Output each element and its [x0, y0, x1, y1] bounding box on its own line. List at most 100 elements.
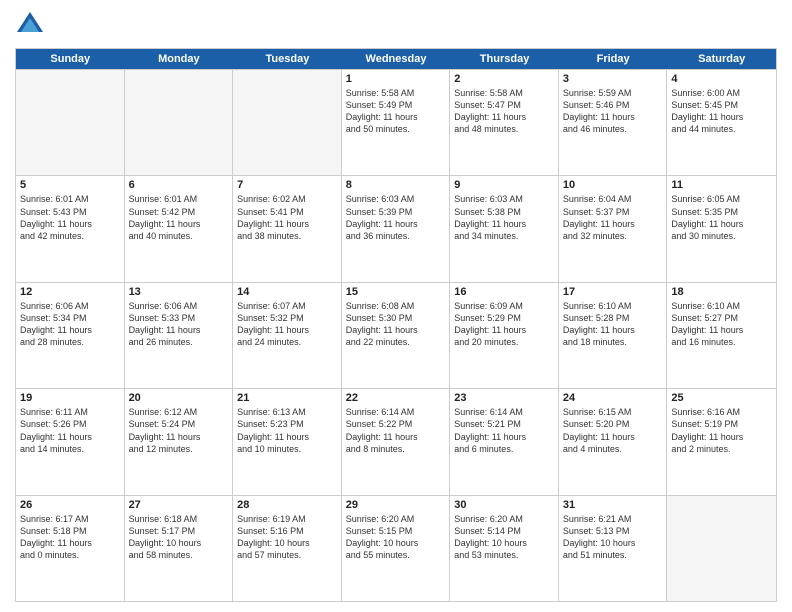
cell-text: Sunrise: 6:15 AMSunset: 5:20 PMDaylight:… — [563, 406, 663, 455]
cell-text: Sunrise: 6:12 AMSunset: 5:24 PMDaylight:… — [129, 406, 229, 455]
cell-text: Sunrise: 6:03 AMSunset: 5:39 PMDaylight:… — [346, 193, 446, 242]
day-number: 13 — [129, 286, 229, 298]
calendar-cell: 20 Sunrise: 6:12 AMSunset: 5:24 PMDayligh… — [125, 389, 234, 494]
cell-text: Sunrise: 6:00 AMSunset: 5:45 PMDaylight:… — [671, 87, 772, 136]
day-number: 30 — [454, 499, 554, 511]
calendar-body: 1 Sunrise: 5:58 AMSunset: 5:49 PMDaylight… — [16, 69, 776, 601]
calendar-cell: 12 Sunrise: 6:06 AMSunset: 5:34 PMDayligh… — [16, 283, 125, 388]
calendar-cell: 23 Sunrise: 6:14 AMSunset: 5:21 PMDayligh… — [450, 389, 559, 494]
calendar-cell — [16, 70, 125, 175]
calendar-cell — [667, 496, 776, 601]
calendar-row-4: 19 Sunrise: 6:11 AMSunset: 5:26 PMDayligh… — [16, 388, 776, 494]
day-number: 7 — [237, 179, 337, 191]
calendar-cell: 31Sunrise: 6:21 AMSunset: 5:13 PMDayligh… — [559, 496, 668, 601]
day-number: 17 — [563, 286, 663, 298]
calendar-cell: 13 Sunrise: 6:06 AMSunset: 5:33 PMDayligh… — [125, 283, 234, 388]
cell-text: Sunrise: 6:19 AMSunset: 5:16 PMDaylight:… — [237, 513, 337, 562]
cell-text: Sunrise: 6:04 AMSunset: 5:37 PMDaylight:… — [563, 193, 663, 242]
calendar-cell: 9 Sunrise: 6:03 AMSunset: 5:38 PMDaylight… — [450, 176, 559, 281]
day-number: 1 — [346, 73, 446, 85]
calendar-row-1: 1 Sunrise: 5:58 AMSunset: 5:49 PMDaylight… — [16, 69, 776, 175]
cell-text: Sunrise: 6:17 AMSunset: 5:18 PMDaylight:… — [20, 513, 120, 562]
day-number: 18 — [671, 286, 772, 298]
calendar-cell: 26Sunrise: 6:17 AMSunset: 5:18 PMDayligh… — [16, 496, 125, 601]
day-header-saturday: Saturday — [667, 49, 776, 69]
calendar-cell: 24 Sunrise: 6:15 AMSunset: 5:20 PMDayligh… — [559, 389, 668, 494]
calendar-header: SundayMondayTuesdayWednesdayThursdayFrid… — [16, 49, 776, 69]
day-number: 21 — [237, 392, 337, 404]
calendar-cell: 25Sunrise: 6:16 AMSunset: 5:19 PMDayligh… — [667, 389, 776, 494]
day-header-tuesday: Tuesday — [233, 49, 342, 69]
page-container: SundayMondayTuesdayWednesdayThursdayFrid… — [0, 0, 792, 612]
calendar-row-2: 5 Sunrise: 6:01 AMSunset: 5:43 PMDaylight… — [16, 175, 776, 281]
day-number: 20 — [129, 392, 229, 404]
cell-text: Sunrise: 6:16 AMSunset: 5:19 PMDaylight:… — [671, 406, 772, 455]
calendar: SundayMondayTuesdayWednesdayThursdayFrid… — [15, 48, 777, 602]
day-header-friday: Friday — [559, 49, 668, 69]
cell-text: Sunrise: 6:07 AMSunset: 5:32 PMDaylight:… — [237, 300, 337, 349]
calendar-cell: 7 Sunrise: 6:02 AMSunset: 5:41 PMDaylight… — [233, 176, 342, 281]
cell-text: Sunrise: 6:18 AMSunset: 5:17 PMDaylight:… — [129, 513, 229, 562]
cell-text: Sunrise: 6:06 AMSunset: 5:34 PMDaylight:… — [20, 300, 120, 349]
calendar-cell: 30Sunrise: 6:20 AMSunset: 5:14 PMDayligh… — [450, 496, 559, 601]
calendar-cell: 28 Sunrise: 6:19 AMSunset: 5:16 PMDayligh… — [233, 496, 342, 601]
day-number: 29 — [346, 499, 446, 511]
calendar-row-3: 12 Sunrise: 6:06 AMSunset: 5:34 PMDayligh… — [16, 282, 776, 388]
calendar-cell: 5 Sunrise: 6:01 AMSunset: 5:43 PMDaylight… — [16, 176, 125, 281]
calendar-cell — [233, 70, 342, 175]
calendar-cell — [125, 70, 234, 175]
cell-text: Sunrise: 6:03 AMSunset: 5:38 PMDaylight:… — [454, 193, 554, 242]
cell-text: Sunrise: 6:14 AMSunset: 5:21 PMDaylight:… — [454, 406, 554, 455]
day-header-wednesday: Wednesday — [342, 49, 451, 69]
day-number: 12 — [20, 286, 120, 298]
calendar-cell: 4 Sunrise: 6:00 AMSunset: 5:45 PMDaylight… — [667, 70, 776, 175]
calendar-cell: 15Sunrise: 6:08 AMSunset: 5:30 PMDayligh… — [342, 283, 451, 388]
day-number: 8 — [346, 179, 446, 191]
day-header-monday: Monday — [125, 49, 234, 69]
day-number: 27 — [129, 499, 229, 511]
day-number: 3 — [563, 73, 663, 85]
day-number: 11 — [671, 179, 772, 191]
day-number: 10 — [563, 179, 663, 191]
day-number: 14 — [237, 286, 337, 298]
cell-text: Sunrise: 6:09 AMSunset: 5:29 PMDaylight:… — [454, 300, 554, 349]
calendar-cell: 8 Sunrise: 6:03 AMSunset: 5:39 PMDaylight… — [342, 176, 451, 281]
cell-text: Sunrise: 6:11 AMSunset: 5:26 PMDaylight:… — [20, 406, 120, 455]
day-number: 5 — [20, 179, 120, 191]
calendar-cell: 19 Sunrise: 6:11 AMSunset: 5:26 PMDayligh… — [16, 389, 125, 494]
cell-text: Sunrise: 6:06 AMSunset: 5:33 PMDaylight:… — [129, 300, 229, 349]
calendar-cell: 3Sunrise: 5:59 AMSunset: 5:46 PMDaylight… — [559, 70, 668, 175]
cell-text: Sunrise: 6:14 AMSunset: 5:22 PMDaylight:… — [346, 406, 446, 455]
day-header-thursday: Thursday — [450, 49, 559, 69]
cell-text: Sunrise: 6:02 AMSunset: 5:41 PMDaylight:… — [237, 193, 337, 242]
calendar-cell: 17 Sunrise: 6:10 AMSunset: 5:28 PMDayligh… — [559, 283, 668, 388]
cell-text: Sunrise: 6:20 AMSunset: 5:15 PMDaylight:… — [346, 513, 446, 562]
day-number: 4 — [671, 73, 772, 85]
day-number: 9 — [454, 179, 554, 191]
cell-text: Sunrise: 6:10 AMSunset: 5:27 PMDaylight:… — [671, 300, 772, 349]
calendar-cell: 21Sunrise: 6:13 AMSunset: 5:23 PMDayligh… — [233, 389, 342, 494]
cell-text: Sunrise: 6:21 AMSunset: 5:13 PMDaylight:… — [563, 513, 663, 562]
day-number: 23 — [454, 392, 554, 404]
day-number: 2 — [454, 73, 554, 85]
day-number: 15 — [346, 286, 446, 298]
day-number: 6 — [129, 179, 229, 191]
cell-text: Sunrise: 6:01 AMSunset: 5:42 PMDaylight:… — [129, 193, 229, 242]
day-number: 24 — [563, 392, 663, 404]
calendar-cell: 22 Sunrise: 6:14 AMSunset: 5:22 PMDayligh… — [342, 389, 451, 494]
cell-text: Sunrise: 6:05 AMSunset: 5:35 PMDaylight:… — [671, 193, 772, 242]
cell-text: Sunrise: 5:58 AMSunset: 5:49 PMDaylight:… — [346, 87, 446, 136]
day-number: 19 — [20, 392, 120, 404]
calendar-cell: 10 Sunrise: 6:04 AMSunset: 5:37 PMDayligh… — [559, 176, 668, 281]
calendar-cell: 6 Sunrise: 6:01 AMSunset: 5:42 PMDaylight… — [125, 176, 234, 281]
calendar-cell: 27 Sunrise: 6:18 AMSunset: 5:17 PMDayligh… — [125, 496, 234, 601]
cell-text: Sunrise: 6:01 AMSunset: 5:43 PMDaylight:… — [20, 193, 120, 242]
calendar-cell: 1 Sunrise: 5:58 AMSunset: 5:49 PMDaylight… — [342, 70, 451, 175]
cell-text: Sunrise: 6:10 AMSunset: 5:28 PMDaylight:… — [563, 300, 663, 349]
day-header-sunday: Sunday — [16, 49, 125, 69]
day-number: 28 — [237, 499, 337, 511]
cell-text: Sunrise: 5:58 AMSunset: 5:47 PMDaylight:… — [454, 87, 554, 136]
calendar-cell: 18 Sunrise: 6:10 AMSunset: 5:27 PMDayligh… — [667, 283, 776, 388]
calendar-cell: 16Sunrise: 6:09 AMSunset: 5:29 PMDayligh… — [450, 283, 559, 388]
day-number: 22 — [346, 392, 446, 404]
